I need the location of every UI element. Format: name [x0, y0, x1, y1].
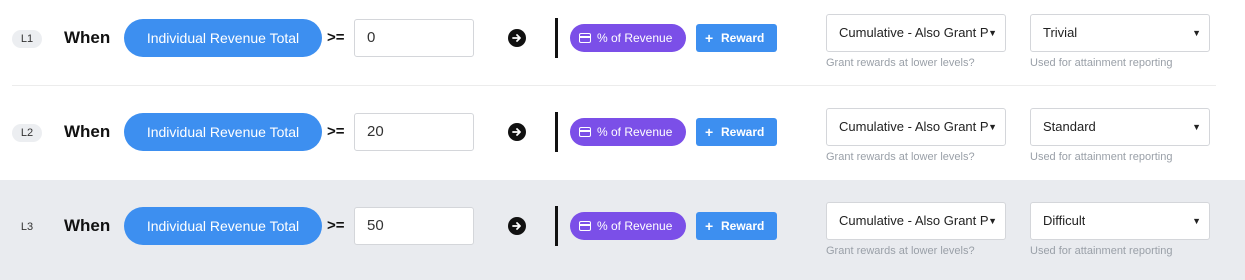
caret-down-icon: ▼ — [1192, 122, 1201, 132]
arrow-right-circle-icon[interactable] — [508, 123, 526, 141]
level-badge: L2 — [12, 124, 42, 142]
add-reward-button[interactable]: + Reward — [696, 118, 777, 146]
reward-type-chip[interactable]: % of Revenue — [570, 118, 686, 146]
level-badge: L3 — [20, 221, 34, 233]
cumulative-value: Cumulative - Also Grant Prior — [839, 119, 989, 134]
add-reward-label: Reward — [721, 31, 765, 45]
add-reward-label: Reward — [721, 219, 765, 233]
cumulative-value: Cumulative - Also Grant Prior — [839, 213, 989, 228]
caret-down-icon: ▼ — [988, 216, 997, 226]
cumulative-select[interactable]: Cumulative - Also Grant Prior ▼ — [826, 108, 1006, 146]
difficulty-select[interactable]: Difficult ▼ — [1030, 202, 1210, 240]
difficulty-value: Difficult — [1043, 213, 1086, 228]
cumulative-select[interactable]: Cumulative - Also Grant Prior ▼ — [826, 14, 1006, 52]
reward-type-label: % of Revenue — [597, 219, 673, 233]
add-reward-button[interactable]: + Reward — [696, 212, 777, 240]
cumulative-select[interactable]: Cumulative - Also Grant Prior ▼ — [826, 202, 1006, 240]
cumulative-help-text: Grant rewards at lower levels? — [826, 57, 975, 69]
metric-selector[interactable]: Individual Revenue Total — [124, 207, 322, 245]
row-divider — [555, 18, 558, 58]
operator-label[interactable]: >= — [327, 123, 345, 140]
caret-down-icon: ▼ — [1192, 28, 1201, 38]
difficulty-select[interactable]: Trivial ▼ — [1030, 14, 1210, 52]
caret-down-icon: ▼ — [988, 28, 997, 38]
operator-label[interactable]: >= — [327, 29, 345, 46]
threshold-input[interactable]: 20 — [354, 113, 474, 151]
arrow-right-circle-icon[interactable] — [508, 217, 526, 235]
arrow-right-circle-icon[interactable] — [508, 29, 526, 47]
caret-down-icon: ▼ — [1192, 216, 1201, 226]
plus-icon: + — [705, 30, 714, 46]
difficulty-help-text: Used for attainment reporting — [1030, 245, 1173, 257]
level-row-2: L2 When Individual Revenue Total >= 20 %… — [0, 86, 1245, 180]
cumulative-help-text: Grant rewards at lower levels? — [826, 151, 975, 163]
threshold-input[interactable]: 50 — [354, 207, 474, 245]
plus-icon: + — [705, 124, 714, 140]
reward-type-chip[interactable]: % of Revenue — [570, 212, 686, 240]
card-icon — [579, 33, 591, 43]
difficulty-help-text: Used for attainment reporting — [1030, 151, 1173, 163]
when-label: When — [64, 122, 111, 141]
metric-selector[interactable]: Individual Revenue Total — [124, 19, 322, 57]
operator-label[interactable]: >= — [327, 217, 345, 234]
reward-type-chip[interactable]: % of Revenue — [570, 24, 686, 52]
card-icon — [579, 127, 591, 137]
when-label: When — [64, 216, 111, 235]
reward-type-label: % of Revenue — [597, 31, 673, 45]
difficulty-value: Trivial — [1043, 25, 1078, 40]
level-badge: L1 — [12, 30, 42, 48]
level-row-3: L3 When Individual Revenue Total >= 50 %… — [0, 180, 1245, 280]
threshold-input[interactable]: 0 — [354, 19, 474, 57]
cumulative-help-text: Grant rewards at lower levels? — [826, 245, 975, 257]
plus-icon: + — [705, 218, 714, 234]
add-reward-button[interactable]: + Reward — [696, 24, 777, 52]
when-label: When — [64, 28, 111, 47]
level-row-1: L1 When Individual Revenue Total >= 0 % … — [0, 0, 1245, 94]
row-divider — [555, 112, 558, 152]
reward-type-label: % of Revenue — [597, 125, 673, 139]
card-icon — [579, 221, 591, 231]
row-divider — [555, 206, 558, 246]
caret-down-icon: ▼ — [988, 122, 997, 132]
difficulty-help-text: Used for attainment reporting — [1030, 57, 1173, 69]
metric-selector[interactable]: Individual Revenue Total — [124, 113, 322, 151]
add-reward-label: Reward — [721, 125, 765, 139]
difficulty-value: Standard — [1043, 119, 1096, 134]
cumulative-value: Cumulative - Also Grant Prior — [839, 25, 989, 40]
difficulty-select[interactable]: Standard ▼ — [1030, 108, 1210, 146]
